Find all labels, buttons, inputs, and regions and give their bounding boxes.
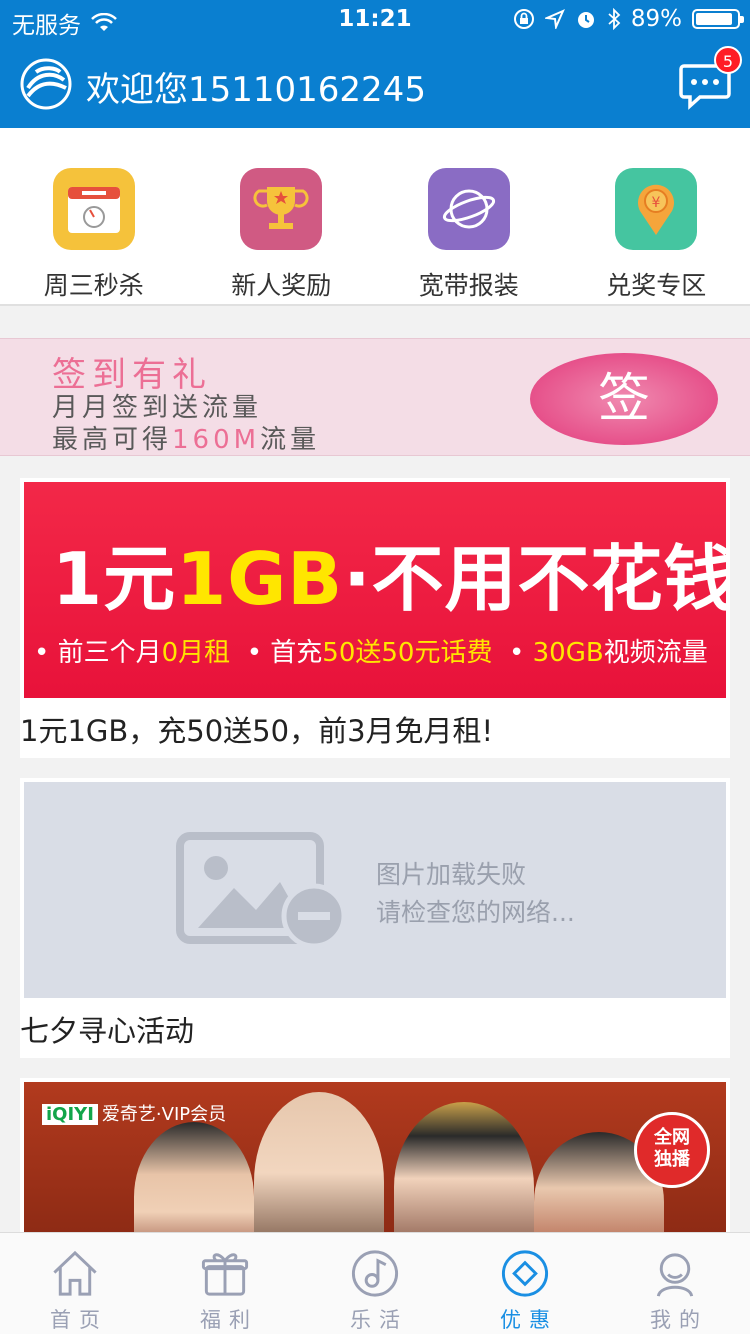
- tab-label: 首页: [50, 1308, 108, 1332]
- battery-level: [696, 13, 732, 25]
- tab-label: 福利: [200, 1308, 258, 1332]
- sign-in-banner[interactable]: 签到有礼 月月签到送流量 最高可得160M流量 签: [0, 338, 750, 456]
- home-icon: [53, 1250, 97, 1296]
- tab-welfare[interactable]: 福利: [150, 1233, 300, 1334]
- diamond-icon: [501, 1250, 549, 1297]
- message-count-badge: 5: [714, 46, 742, 74]
- quick-item-label: 宽带报装: [418, 271, 519, 300]
- quick-item-broadband[interactable]: 宽带报装: [375, 128, 563, 304]
- promo-card-iqiyi[interactable]: iQIYI 爱奇艺·VIP会员 全网 独播: [20, 1078, 730, 1242]
- promo-card-qixi[interactable]: 图片加载失败 请检查您的网络... 七夕寻心活动: [20, 778, 730, 1058]
- promo-card-title: 1元1GB，充50送50，前3月免月租!: [20, 714, 494, 748]
- china-mobile-logo-icon: [20, 58, 72, 110]
- iqiyi-brand: iQIYI 爱奇艺·VIP会员: [42, 1100, 226, 1126]
- status-bar: 无服务 11:21 89%: [0, 0, 750, 40]
- quick-item-label: 新人奖励: [231, 271, 332, 300]
- quick-item-label: 兑奖专区: [606, 271, 707, 300]
- image-load-failed-message: 图片加载失败 请检查您的网络...: [376, 860, 575, 927]
- promo-subline: • 前三个月0月租 • 首充50送50元话费 • 30GB视频流量: [34, 638, 708, 668]
- promo-card-1gb[interactable]: 1元1GB·不用不花钱 • 前三个月0月租 • 首充50送50元话费 • 30G…: [20, 478, 730, 758]
- broken-image-icon: [176, 832, 347, 948]
- battery-icon: [692, 9, 744, 29]
- tab-offers[interactable]: 优惠: [450, 1233, 600, 1334]
- svg-text:¥: ¥: [652, 195, 661, 211]
- promo-card-title: 七夕寻心活动: [20, 1014, 195, 1048]
- quick-menu: 周三秒杀 新人奖励 宽带报装 ¥ 兑奖专区: [0, 128, 750, 306]
- drama-figure-2: [254, 1092, 384, 1242]
- sign-in-line2: 最高可得160M流量: [52, 425, 321, 455]
- app-header: 欢迎您15110162245 5: [0, 40, 750, 128]
- tab-home[interactable]: 首页: [0, 1233, 150, 1334]
- quick-item-prize-zone[interactable]: ¥ 兑奖专区: [563, 128, 750, 304]
- trophy-icon: [240, 168, 323, 250]
- tab-mine[interactable]: 我的: [600, 1233, 750, 1334]
- battery-percent: 89%: [630, 6, 682, 32]
- quick-item-new-user-reward[interactable]: 新人奖励: [188, 128, 376, 304]
- planet-icon: [427, 168, 510, 250]
- status-bar-right: 89%: [513, 6, 744, 32]
- calendar-timer-icon: [52, 168, 135, 250]
- promo-banner-image[interactable]: 1元1GB·不用不花钱 • 前三个月0月租 • 首充50送50元话费 • 30G…: [24, 482, 726, 698]
- tab-label: 优惠: [500, 1308, 558, 1332]
- drama-figure-3: [394, 1102, 534, 1242]
- alarm-icon: [577, 12, 594, 28]
- welcome-text: 欢迎您15110162245: [86, 70, 426, 110]
- location-arrow-icon: [544, 9, 565, 29]
- rotation-lock-icon: [513, 9, 534, 29]
- gift-icon: [201, 1253, 249, 1296]
- tab-label: 我的: [650, 1308, 708, 1332]
- tab-lifestyle[interactable]: 乐活: [300, 1233, 450, 1334]
- quick-item-flash-sale[interactable]: 周三秒杀: [0, 128, 188, 304]
- drama-figure-1: [134, 1122, 254, 1242]
- music-icon: [351, 1250, 399, 1297]
- drama-banner-image[interactable]: iQIYI 爱奇艺·VIP会员 全网 独播: [24, 1082, 726, 1242]
- tab-label: 乐活: [350, 1308, 408, 1332]
- image-load-failed-placeholder[interactable]: 图片加载失败 请检查您的网络...: [24, 782, 726, 998]
- bottom-tab-bar: 首页 福利 乐活 优惠 我的: [0, 1232, 750, 1334]
- location-coin-icon: ¥: [615, 168, 698, 250]
- exclusive-badge: 全网 独播: [634, 1112, 710, 1188]
- bluetooth-icon: [608, 8, 621, 30]
- sign-in-button[interactable]: 签: [530, 353, 718, 445]
- promo-headline: 1元1GB·不用不花钱: [52, 537, 726, 621]
- quick-item-label: 周三秒杀: [43, 271, 144, 300]
- user-icon: [656, 1253, 694, 1297]
